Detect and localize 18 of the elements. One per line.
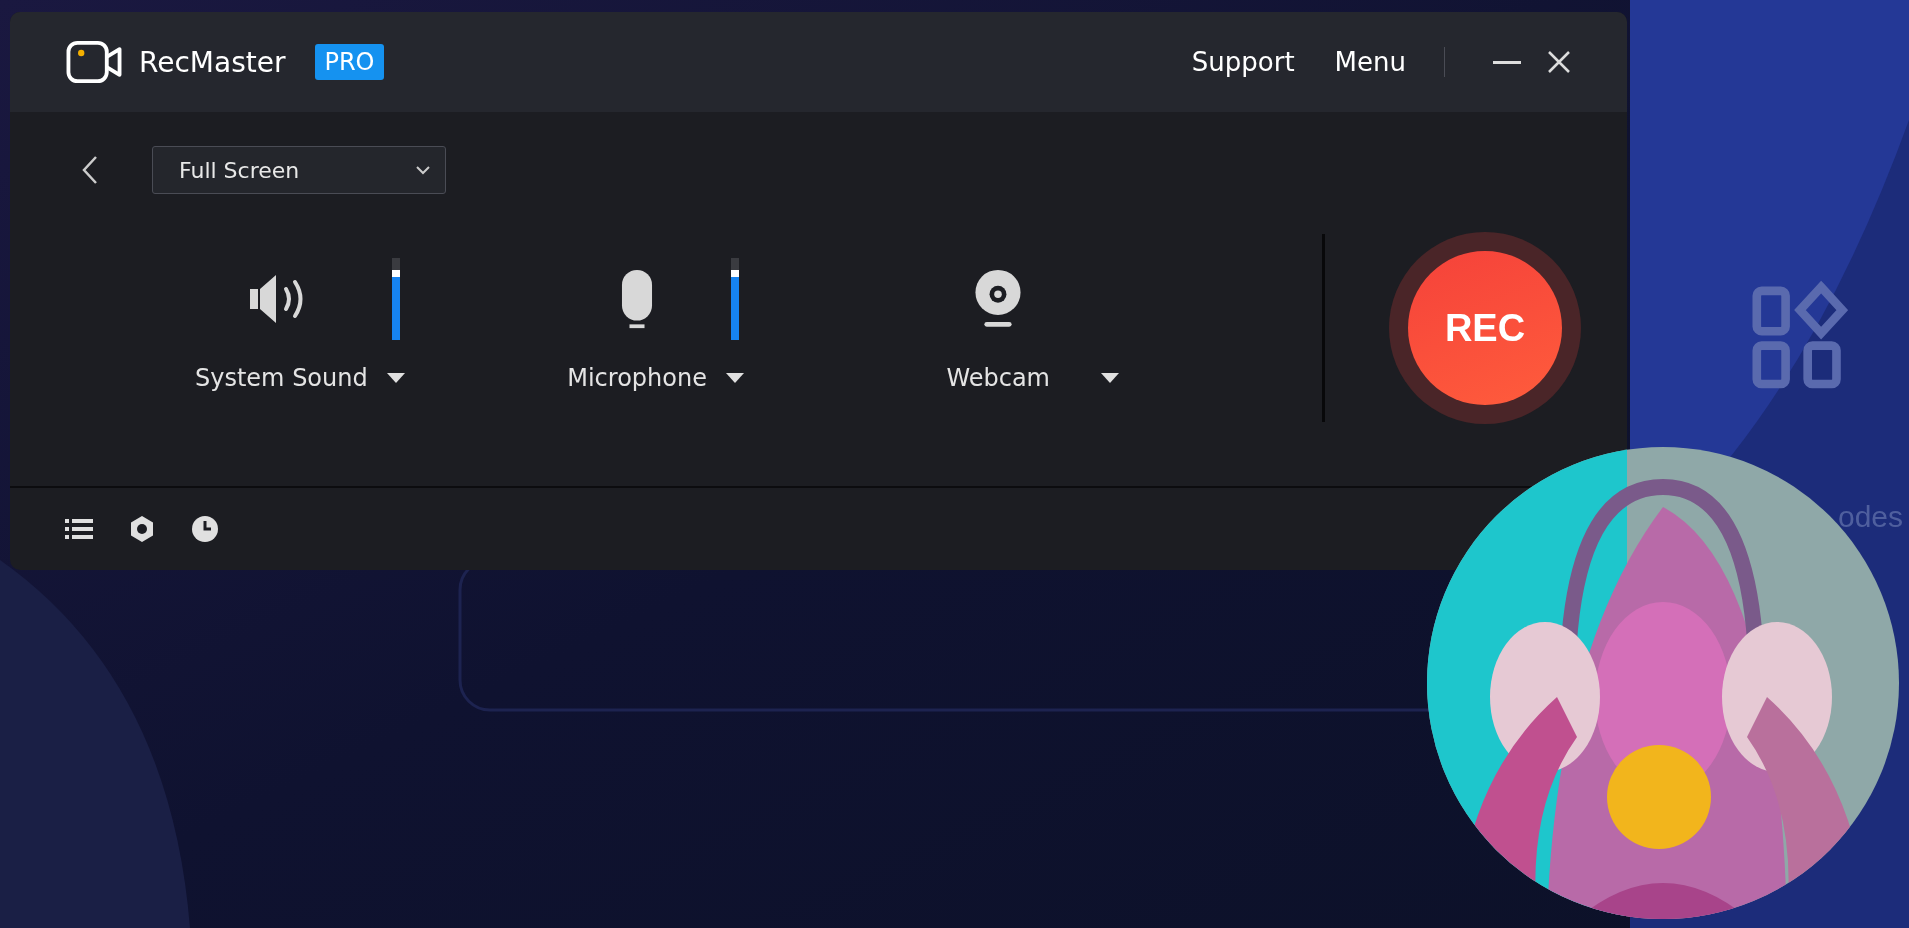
camera-logo-icon xyxy=(65,39,123,85)
title-link[interactable]: Support xyxy=(1191,47,1295,77)
caret-icon[interactable] xyxy=(724,372,745,384)
source-label: Webcam xyxy=(946,364,1050,392)
caret-icon[interactable] xyxy=(1100,372,1120,384)
minimize-icon xyxy=(1493,60,1521,64)
source-label: Microphone xyxy=(567,364,707,392)
source-label: System Sound xyxy=(195,364,368,392)
caret-icon[interactable] xyxy=(385,372,406,384)
clock-icon[interactable] xyxy=(190,514,220,544)
chevron-down-icon xyxy=(415,165,431,175)
app-name: RecMaster xyxy=(139,45,286,79)
volume-slider[interactable] xyxy=(391,258,400,340)
title-link[interactable]: Menu xyxy=(1334,47,1406,77)
volume-slider[interactable] xyxy=(730,258,739,340)
chevron-left-icon xyxy=(80,154,100,186)
capture-area-dropdown[interactable]: Full Screen xyxy=(152,146,446,194)
pro-badge: PRO xyxy=(315,44,384,80)
